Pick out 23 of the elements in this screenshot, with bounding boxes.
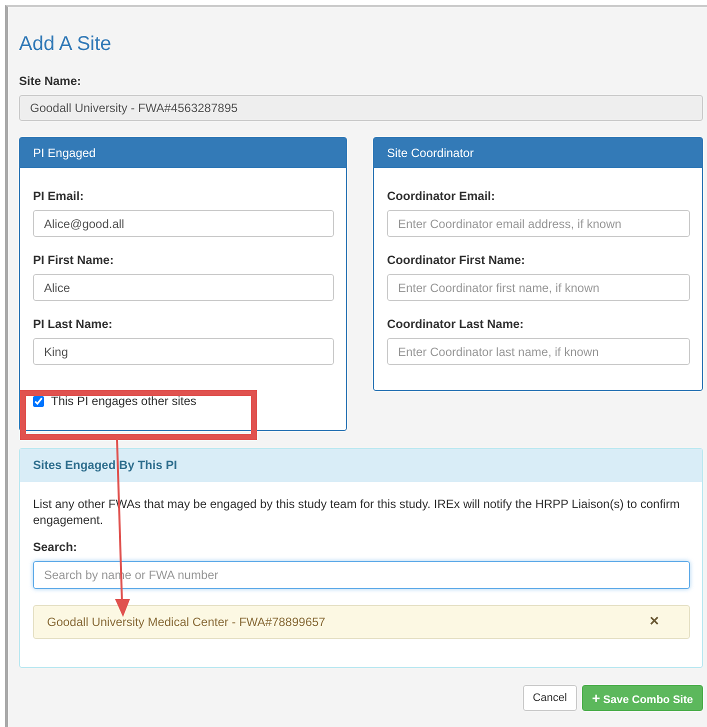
page-title: Add A Site [19,33,112,56]
field-label: Site Name: [19,74,82,88]
field-label: Coordinator Email: [387,189,496,203]
panel-title: PI Engaged [20,138,346,168]
panel-title: Site Coordinator [374,138,702,168]
checkbox[interactable] [33,396,44,406]
site-name: Goodall University Medical Center - FWA#78899657 [47,615,326,629]
text-field[interactable]: Enter Coordinator email address, if known [387,210,690,237]
text-field[interactable]: Enter Coordinator first name, if known [387,274,690,301]
field-label: Coordinator First Name: [387,253,526,267]
remove-button[interactable]: × [650,613,659,631]
panel-title: Sites Engaged By This PI [20,449,702,482]
field-label: Coordinator Last Name: [387,317,525,331]
field-label: PI Email: [33,189,85,203]
text-field[interactable]: Enter Coordinator last name, if known [387,338,690,365]
text-field[interactable]: Alice@good.all [33,210,334,237]
field-label: PI First Name: [33,253,115,267]
text-field[interactable]: King [33,338,334,365]
text-field[interactable]: Alice [33,274,334,301]
action-button[interactable]: Cancel [522,685,577,711]
field-label: PI Last Name: [33,317,114,331]
checkbox-label: This PI engages other sites [51,394,196,408]
field-label: Search: [33,540,78,554]
